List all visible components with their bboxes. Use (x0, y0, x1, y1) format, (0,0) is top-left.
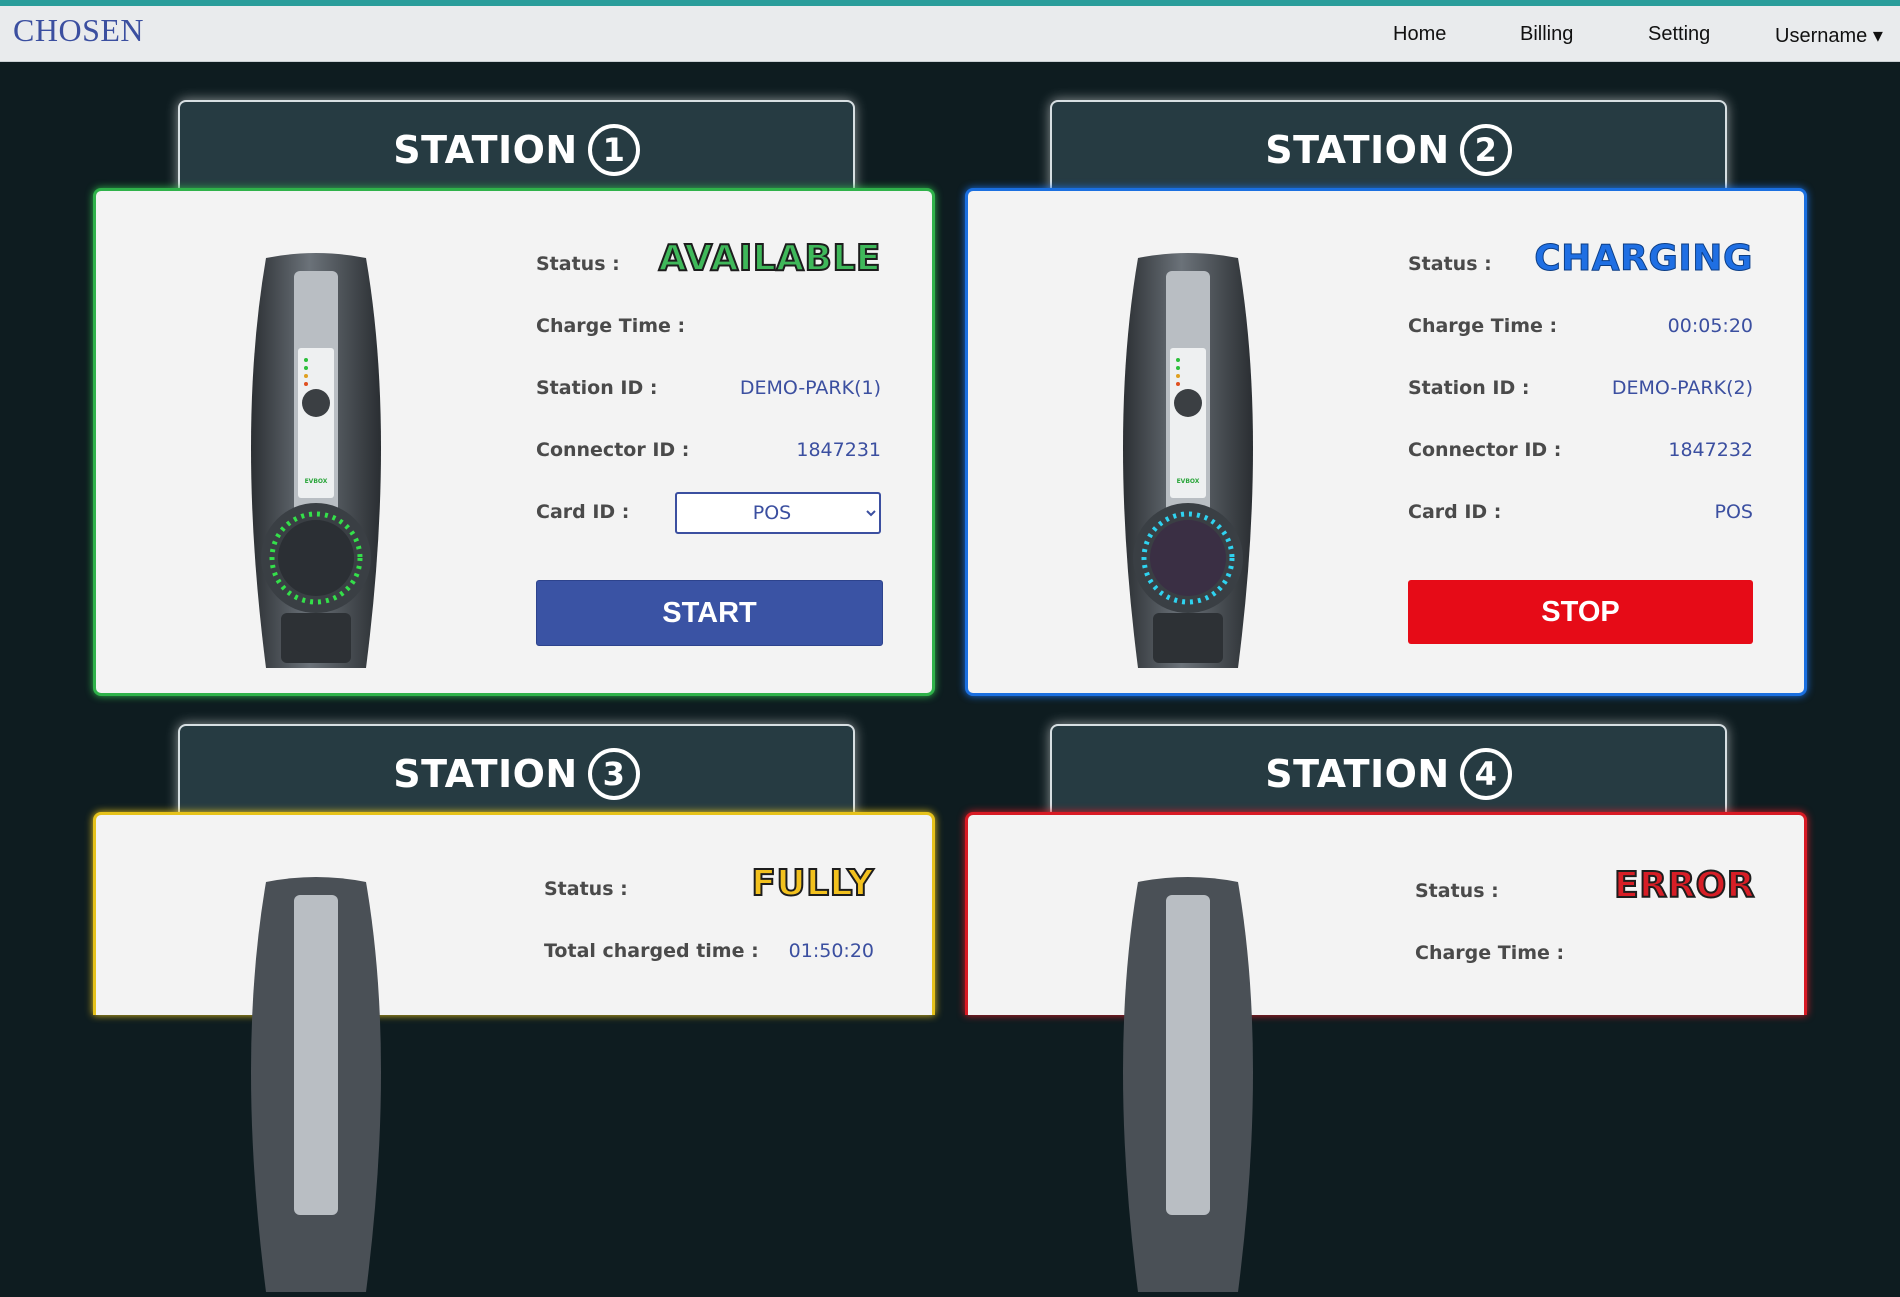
card-id-row: Card ID : POS (536, 492, 881, 534)
total-time-label: Total charged time : (544, 940, 759, 962)
station-id-row: Station ID : DEMO-PARK(2) (1408, 368, 1753, 408)
stop-button[interactable]: STOP (1408, 580, 1753, 644)
station-number: 1 (587, 124, 640, 176)
charge-time-value: 00:05:20 (1667, 315, 1753, 337)
charge-time-label: Charge Time : (536, 315, 686, 337)
charge-time-row: Charge Time : (1415, 933, 1755, 973)
station-number: 2 (1459, 124, 1512, 176)
svg-text:EVBOX: EVBOX (1177, 478, 1200, 485)
station-3-card: Status : FULLY Total charged time : 01:5… (93, 812, 935, 1292)
connector-id-value: 1847231 (796, 439, 881, 461)
station-id-row: Station ID : DEMO-PARK(1) (536, 368, 881, 408)
status-row: Status : ERROR (1415, 864, 1755, 911)
ev-charger-image (1123, 877, 1253, 1292)
station-4-header: STATION 4 (1050, 724, 1727, 822)
station-3-header: STATION 3 (178, 724, 855, 822)
status-badge: ERROR (1613, 864, 1755, 907)
status-badge: FULLY (750, 862, 874, 905)
charge-time-row: Charge Time : (536, 306, 881, 346)
station-title: STATION (393, 752, 578, 796)
total-time-row: Total charged time : 01:50:20 (544, 931, 874, 971)
connector-id-label: Connector ID : (536, 439, 690, 461)
station-id-label: Station ID : (1408, 377, 1530, 399)
card-id-label: Card ID : (1408, 501, 1502, 523)
station-4: STATION 4 Status : ERROR Charge Time : (965, 724, 1807, 1292)
station-id-value: DEMO-PARK(2) (1611, 377, 1753, 399)
ev-charger-image: EVBOX (1123, 253, 1253, 668)
charge-time-row: Charge Time : 00:05:20 (1408, 306, 1753, 346)
charge-time-label: Charge Time : (1408, 315, 1558, 337)
total-time-value: 01:50:20 (788, 940, 874, 962)
ev-charger-image: EVBOX (251, 253, 381, 668)
status-row: Status : CHARGING (1408, 238, 1753, 284)
card-id-label: Card ID : (536, 501, 630, 523)
connector-id-row: Connector ID : 1847231 (536, 430, 881, 470)
connector-id-label: Connector ID : (1408, 439, 1562, 461)
status-badge: AVAILABLE (658, 237, 882, 280)
station-3: STATION 3 Status : FULLY Total charged ti… (93, 724, 935, 1292)
nav-setting[interactable]: Setting (1648, 23, 1710, 46)
navbar: CHOSEN Home Billing Setting Username ▾ (0, 6, 1900, 62)
connector-id-value: 1847232 (1668, 439, 1753, 461)
svg-text:EVBOX: EVBOX (305, 478, 328, 485)
status-row: Status : AVAILABLE (536, 237, 882, 284)
station-title: STATION (1265, 128, 1450, 172)
station-1-header: STATION 1 (178, 100, 855, 198)
station-number: 4 (1459, 748, 1512, 800)
nav-billing[interactable]: Billing (1520, 23, 1573, 46)
station-4-card: Status : ERROR Charge Time : (965, 812, 1807, 1292)
status-label: Status : (1408, 253, 1492, 275)
status-label: Status : (536, 253, 620, 275)
status-label: Status : (1415, 880, 1499, 902)
brand-logo[interactable]: CHOSEN (13, 12, 144, 49)
nav-home[interactable]: Home (1393, 23, 1446, 46)
connector-id-row: Connector ID : 1847232 (1408, 430, 1753, 470)
station-2: STATION 2 EVBOX Status : CHARGING Charge … (965, 100, 1807, 700)
station-id-value: DEMO-PARK(1) (739, 377, 881, 399)
start-button[interactable]: START (536, 580, 883, 646)
nav-user-menu[interactable]: Username ▾ (1775, 23, 1883, 48)
status-label: Status : (544, 878, 628, 900)
station-id-label: Station ID : (536, 377, 658, 399)
station-1-card: EVBOX Status : AVAILABLE Charge Time : S… (93, 188, 935, 696)
status-badge: CHARGING (1534, 238, 1753, 280)
station-number: 3 (587, 748, 640, 800)
station-title: STATION (393, 128, 578, 172)
status-row: Status : FULLY (544, 862, 874, 909)
card-id-value: POS (1714, 501, 1753, 523)
station-2-header: STATION 2 (1050, 100, 1727, 198)
card-id-row: Card ID : POS (1408, 492, 1753, 532)
ev-charger-image (251, 877, 381, 1292)
charge-time-label: Charge Time : (1415, 942, 1565, 964)
station-1: STATION 1 EVBOX Status : AVAILABLE Charge… (93, 100, 935, 700)
station-2-card: EVBOX Status : CHARGING Charge Time : 00… (965, 188, 1807, 696)
card-id-select[interactable]: POS (675, 492, 881, 534)
station-title: STATION (1265, 752, 1450, 796)
